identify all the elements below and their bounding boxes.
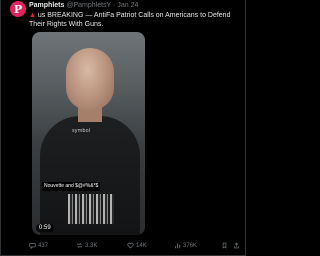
video-duration: 0:59 [36,224,54,232]
repost-count: 3.3K [85,242,98,249]
repost-button[interactable]: 3.3K [76,242,97,249]
video-glitch-overlay [68,194,114,224]
tweet-date[interactable]: Jan 24 [117,2,138,9]
repost-icon [77,243,82,248]
tweet-header: Pamphlets @PamphletsY · Jan 24 [29,1,241,10]
avatar-letter: P [13,2,23,16]
like-button[interactable]: 14K [127,242,147,249]
tweet-actions: 437 3.3K 14K 376K [29,242,241,252]
view-count: 376K [183,242,198,249]
reply-count: 437 [38,242,49,249]
heart-icon [127,242,134,249]
avatar[interactable]: P [10,1,26,17]
tweet-text-block: ▲ us BREAKING — AntiFa Patriot Calls on … [29,11,243,29]
reply-icon [29,243,36,249]
share-icon [234,242,239,249]
shirt-logo: symbol [72,128,91,134]
author-name[interactable]: Pamphlets [29,2,64,9]
video-caption: Nouvette and $@#%&*$ [42,182,101,191]
video-player[interactable]: symbol Nouvette and $@#%&*$ 0:59 [32,32,145,235]
views-button[interactable]: 376K [174,242,197,249]
video-person-head [66,48,114,110]
views-bar-chart-icon [174,243,181,249]
separator: · [113,2,116,9]
like-count: 14K [136,242,147,249]
alert-siren-icon: ▲ [29,12,36,19]
author-handle[interactable]: @PamphletsY [66,2,111,9]
reply-button[interactable]: 437 [29,242,48,249]
tweet-text: us BREAKING — AntiFa Patriot Calls on Am… [29,12,231,28]
bookmark-icon [222,242,227,249]
share-button[interactable] [233,242,240,249]
bookmark-button[interactable] [221,242,228,249]
tweet-card[interactable]: P Pamphlets @PamphletsY · Jan 24 ▲ us BR… [0,0,246,256]
